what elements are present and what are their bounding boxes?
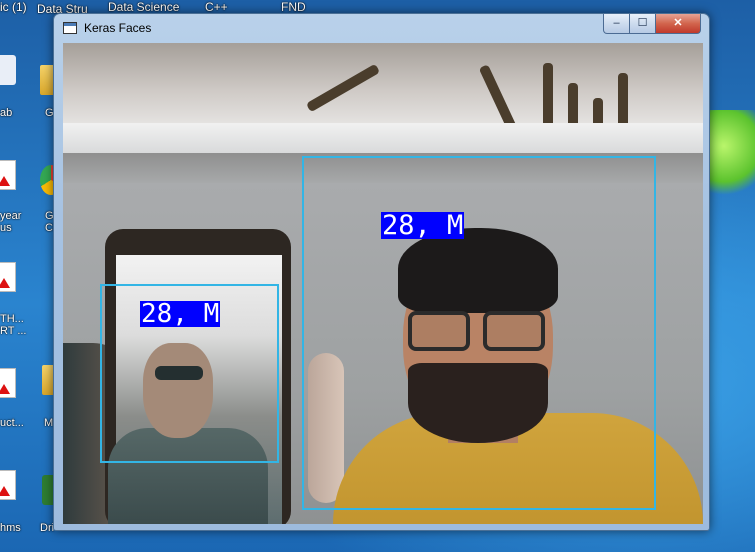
desktop-icon-label[interactable]: M <box>44 417 53 429</box>
minimize-button[interactable]: – <box>603 14 630 34</box>
face-detection-box <box>302 156 656 510</box>
desktop-icon-label[interactable]: ab <box>0 107 12 119</box>
desktop-label-data-science[interactable]: Data Science <box>108 0 179 14</box>
video-frame: 28, M 28, M <box>63 43 703 524</box>
desktop-label-ic[interactable]: ic (1) <box>0 0 27 14</box>
desktop-icon-label[interactable]: year us <box>0 210 26 234</box>
desktop-icon-label[interactable]: hms <box>0 522 21 534</box>
pdf-icon[interactable] <box>0 470 16 500</box>
close-button[interactable]: ✕ <box>655 14 701 34</box>
pdf-icon[interactable] <box>0 262 16 292</box>
app-window-icon[interactable] <box>63 22 77 34</box>
file-icon[interactable] <box>0 55 16 85</box>
scene-shelf <box>63 123 703 153</box>
keras-faces-window[interactable]: Keras Faces – ☐ ✕ 28, M 28, M <box>53 13 710 531</box>
desktop-icon-label[interactable]: TH... RT ... <box>0 313 30 337</box>
desktop-label-fnd[interactable]: FND <box>281 0 306 14</box>
maximize-button[interactable]: ☐ <box>629 14 656 34</box>
pdf-icon[interactable] <box>0 160 16 190</box>
pdf-icon[interactable] <box>0 368 16 398</box>
desktop-icon-label[interactable]: Dri <box>40 522 54 534</box>
desktop-icon-label[interactable]: uct... <box>0 417 24 429</box>
face-detection-label: 28, M <box>381 210 465 241</box>
window-title: Keras Faces <box>84 21 152 35</box>
desktop-label-cpp[interactable]: C++ <box>205 0 228 14</box>
scene-ceiling <box>63 43 703 123</box>
face-detection-label: 28, M <box>140 299 221 329</box>
window-titlebar[interactable]: Keras Faces – ☐ ✕ <box>54 14 709 42</box>
